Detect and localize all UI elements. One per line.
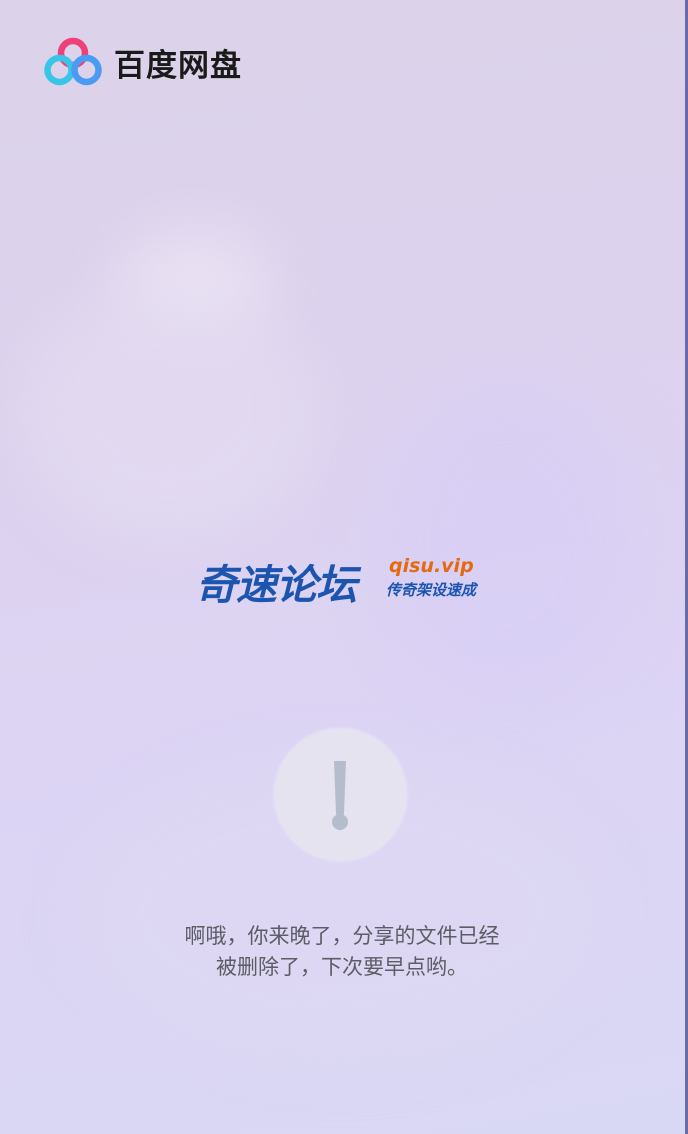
- forum-watermark: 奇速论坛 qisu.vip 传奇架设速成: [196, 551, 496, 609]
- file-deleted-message: 啊哦，你来晚了，分享的文件已经 被删除了，下次要早点哟。: [140, 921, 544, 983]
- baidu-netdisk-logo-icon: [44, 37, 102, 86]
- background-glow: [380, 380, 640, 700]
- watermark-main-text: 奇速论坛: [196, 561, 357, 609]
- watermark-slogan: 传奇架设速成: [386, 581, 477, 599]
- logo-title: 百度网盘: [114, 47, 242, 84]
- header-logo[interactable]: 百度网盘: [44, 37, 242, 87]
- exclamation-icon: [275, 729, 406, 860]
- background-glow: [20, 280, 320, 540]
- watermark-domain: qisu.vip: [389, 555, 474, 577]
- background-glow: [120, 230, 270, 330]
- message-line-2: 被删除了，下次要早点哟。: [216, 955, 468, 979]
- message-line-1: 啊哦，你来晚了，分享的文件已经: [184, 924, 500, 948]
